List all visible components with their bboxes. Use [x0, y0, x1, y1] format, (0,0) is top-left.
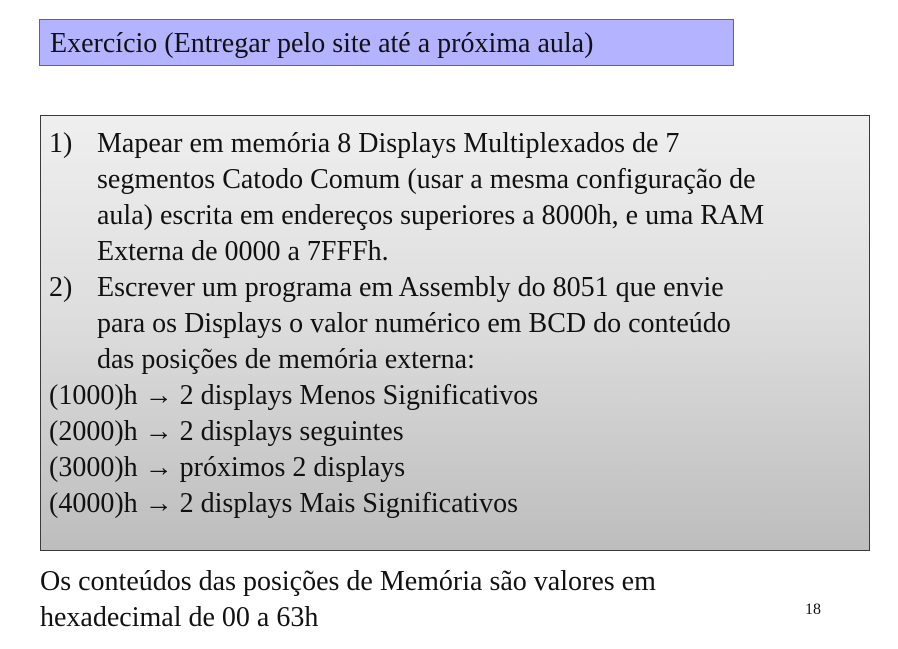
footer-note: Os conteúdos das posições de Memória são… — [40, 566, 656, 633]
mapping-line-3000h: (3000)h → próximos 2 displays — [49, 452, 406, 483]
mapping-line-4000h: (4000)h → 2 displays Mais Significativos — [49, 488, 518, 519]
mapping-line-1000h: (1000)h → 2 displays Menos Significativo… — [49, 380, 539, 411]
list-item-number: 2) — [49, 272, 73, 303]
list-item-2: 2) Escrever um programa em Assembly do 8… — [49, 270, 869, 378]
slide-title: Exercício (Entregar pelo site até a próx… — [39, 19, 734, 66]
list-item-number: 1) — [49, 128, 73, 159]
mapping-line-2000h: (2000)h → 2 displays seguintes — [49, 416, 404, 447]
list-item-1: 1) Mapear em memória 8 Displays Multiple… — [49, 126, 869, 270]
page-number: 18 — [805, 601, 821, 618]
list-item-text: Escrever um programa em Assembly do 8051… — [97, 272, 731, 375]
exercise-content-box: 1) Mapear em memória 8 Displays Multiple… — [40, 115, 870, 551]
list-item-text: Mapear em memória 8 Displays Multiplexad… — [97, 128, 765, 267]
